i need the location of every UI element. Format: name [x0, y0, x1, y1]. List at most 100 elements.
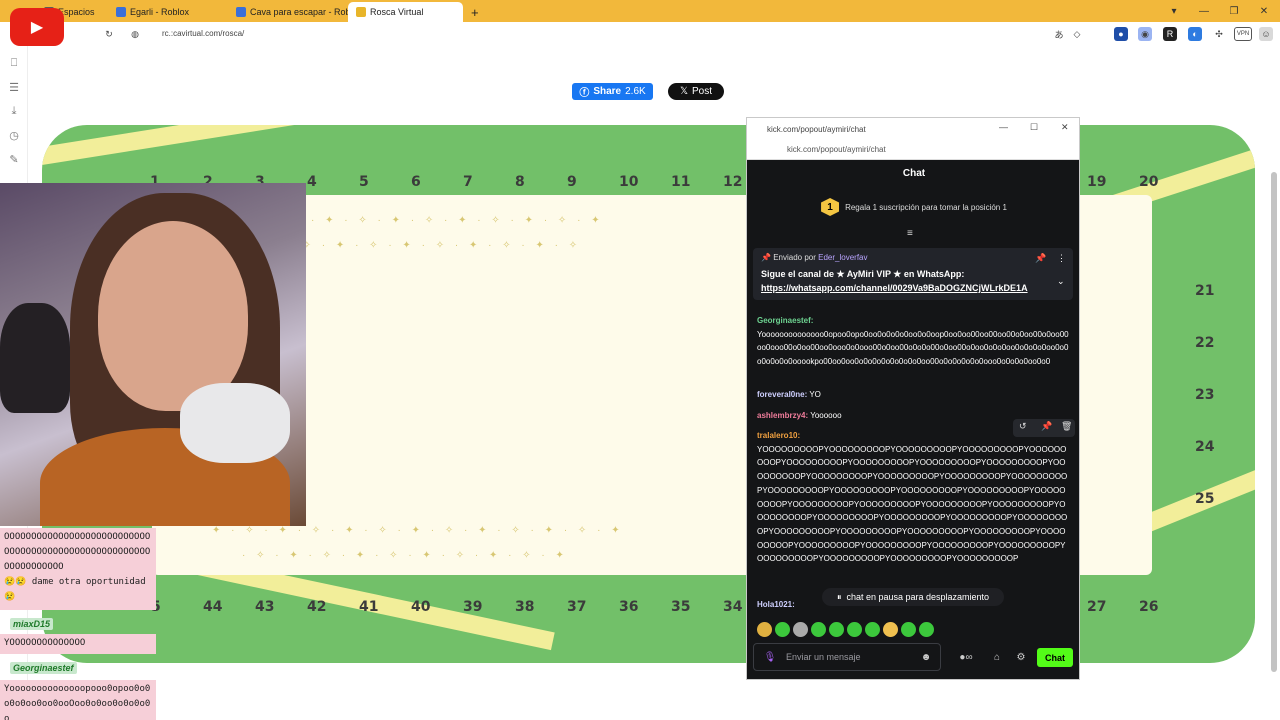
new-tab-button[interactable]: +: [463, 2, 487, 22]
restore-icon[interactable]: ❐: [1222, 0, 1246, 22]
downloads-icon[interactable]: ⤓: [7, 104, 21, 118]
board-number: 39: [463, 599, 483, 615]
board-number: 8: [515, 174, 525, 190]
tab-cava-roblox[interactable]: Cava para escapar - Rob: [228, 2, 348, 22]
address-bar: rc.:cavirtual.com/rosca/: [0, 22, 1280, 46]
board-number: 43: [255, 599, 275, 615]
vpn-icon[interactable]: VPN: [1234, 27, 1252, 41]
overlay-chat-message: Yoooooooooooooopooo0opoo0o0o0o0oo0oo0ooO…: [0, 680, 156, 720]
reading-list-icon[interactable]: ☰: [7, 80, 21, 94]
settings-icon[interactable]: ⚙: [1014, 650, 1028, 664]
bookmarks-icon[interactable]: ⎕: [7, 56, 21, 70]
close-icon[interactable]: ✕: [1252, 0, 1276, 22]
overlay-chat-message: YOOOOOOOOOOOOOO: [0, 634, 156, 654]
tab-egarli-roblox[interactable]: Egarli - Roblox: [108, 2, 228, 22]
microphone-icon[interactable]: 🎙: [763, 650, 777, 664]
plush-toy: [0, 303, 70, 413]
decorative-stripe: [42, 125, 518, 168]
extension-icon[interactable]: R: [1163, 27, 1177, 41]
emote-icon[interactable]: [793, 622, 808, 637]
youtube-logo-icon: ▶: [10, 8, 64, 46]
points-icon[interactable]: ●∞: [953, 650, 979, 664]
maximize-icon[interactable]: ☐: [1030, 122, 1038, 133]
board-number: 26: [1139, 599, 1159, 615]
board-number: 23: [1195, 387, 1215, 403]
board-number: 42: [307, 599, 327, 615]
browser-tab-bar: Espacios Egarli - Roblox Cava para escap…: [0, 0, 1280, 22]
streamer-webcam: [0, 183, 306, 526]
chat-header: Chat: [902, 167, 926, 179]
history-icon[interactable]: ◷: [7, 128, 21, 142]
page-scrollbar[interactable]: [1271, 172, 1277, 672]
board-number: 20: [1139, 174, 1159, 190]
desk-fan: [180, 383, 290, 463]
emote-icon[interactable]: [847, 622, 862, 637]
roblox-tab-icon: [236, 7, 246, 17]
board-number: 7: [463, 174, 473, 190]
extension-icon[interactable]: ◉: [1138, 27, 1152, 41]
chevron-down-icon[interactable]: ⌄: [1057, 276, 1065, 287]
translate-icon[interactable]: あ: [1052, 27, 1066, 41]
board-number: 37: [567, 599, 587, 615]
filter-icon[interactable]: ≡: [907, 228, 913, 239]
board-number: 21: [1195, 283, 1215, 299]
chat-message[interactable]: tralalero10: YOOOOOOOOOPYOOOOOOOOOPYOOOO…: [757, 429, 1069, 587]
bookmark-icon[interactable]: ◇: [1070, 27, 1084, 41]
close-icon[interactable]: ✕: [1061, 122, 1069, 133]
emote-icon[interactable]: [901, 622, 916, 637]
more-options-icon[interactable]: ⋮: [1057, 253, 1066, 264]
emote-icon[interactable]: [829, 622, 844, 637]
whatsapp-link[interactable]: https://whatsapp.com/channel/0029Va9BaDO…: [761, 283, 1028, 293]
emoji-icon[interactable]: ☻: [919, 650, 933, 664]
shield-icon[interactable]: ◍: [128, 27, 142, 41]
emote-icon[interactable]: [919, 622, 934, 637]
board-number: 6: [411, 174, 421, 190]
rank-badge: 1: [821, 198, 840, 216]
facebook-share-button[interactable]: ⓕ Share 2.6K: [572, 83, 653, 100]
profile-icon[interactable]: ☺: [1259, 27, 1273, 41]
emote-icon[interactable]: [811, 622, 826, 637]
roblox-tab-icon: [116, 7, 126, 17]
board-number: 34: [723, 599, 743, 615]
tab-list-icon[interactable]: ▾: [1162, 0, 1186, 22]
board-number: 19: [1087, 174, 1107, 190]
tab-rosca-virtual[interactable]: Rosca Virtual: [348, 2, 463, 22]
pinned-username[interactable]: Eder_loverfav: [818, 253, 867, 262]
emote-icon[interactable]: [883, 622, 898, 637]
minimize-icon[interactable]: —: [1192, 0, 1216, 22]
board-number: 27: [1087, 599, 1107, 615]
chat-message[interactable]: foreveral0ne: YO: [757, 388, 1069, 402]
chat-message-input[interactable]: Enviar un mensaje: [753, 643, 941, 671]
minimize-icon[interactable]: —: [999, 122, 1008, 132]
board-number: 36: [619, 599, 639, 615]
board-number: 4: [307, 174, 317, 190]
pinned-message: 📌 Enviado por Eder_loverfav Sigue el can…: [753, 248, 1073, 300]
board-number: 41: [359, 599, 379, 615]
board-number: 9: [567, 174, 577, 190]
chat-message[interactable]: Georginaestef: Yoooooooooooooo0opoo0opo0…: [757, 314, 1069, 369]
url-field[interactable]: rc.:cavirtual.com/rosca/: [162, 29, 244, 38]
send-chat-button[interactable]: Chat: [1037, 648, 1073, 667]
kick-chat-popout: kick.com/popout/aymiri/chat — ☐ ✕ kick.c…: [746, 117, 1080, 680]
chat-paused-indicator[interactable]: ⏸ chat en pausa para desplazamiento: [822, 588, 1004, 606]
overlay-username: miaxD15: [10, 618, 54, 630]
emote-icon[interactable]: [865, 622, 880, 637]
notes-icon[interactable]: ✎: [7, 152, 21, 166]
pin-toggle-icon[interactable]: 📌: [1035, 253, 1046, 264]
reload-icon[interactable]: ↻: [102, 27, 116, 41]
gift-subscription-banner[interactable]: 1 Regala 1 suscripción para tomar la pos…: [747, 196, 1079, 218]
sparkles-decoration: · ✧ · ✦ · ✧ · ✦ · ✧ · ✦ · ✧ · ✦ · ✧ · ✦: [242, 550, 568, 561]
pause-icon: ⏸: [836, 591, 842, 602]
x-post-button[interactable]: 𝕏 Post: [668, 83, 724, 100]
puzzle-icon[interactable]: ✣: [1212, 27, 1226, 41]
board-number: 5: [359, 174, 369, 190]
emote-icon[interactable]: [757, 622, 772, 637]
emote-icon[interactable]: [775, 622, 790, 637]
board-number: 40: [411, 599, 431, 615]
board-number: 38: [515, 599, 535, 615]
extension-icon[interactable]: ●: [1114, 27, 1128, 41]
extension-icon[interactable]: ◐: [1188, 27, 1202, 41]
board-number: 25: [1195, 491, 1215, 507]
store-icon[interactable]: ⌂: [990, 650, 1004, 664]
crown-tab-icon: [356, 7, 366, 17]
